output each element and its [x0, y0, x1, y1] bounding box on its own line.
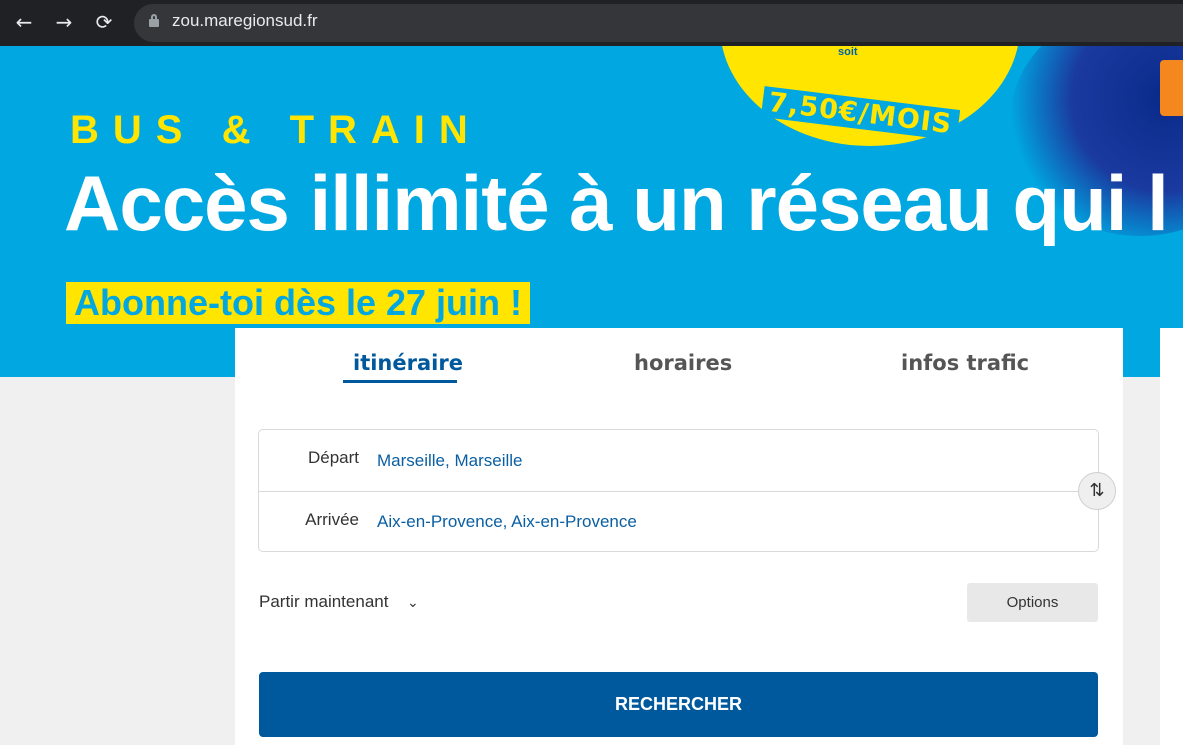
- orange-tab-button[interactable]: [1160, 60, 1183, 116]
- journey-planner-card: itinéraire horaires infos trafic Départ …: [235, 328, 1123, 745]
- tab-itineraire[interactable]: itinéraire: [353, 351, 463, 375]
- departure-time-select[interactable]: Partir maintenant: [259, 592, 388, 612]
- options-button[interactable]: Options: [967, 583, 1098, 622]
- reload-icon[interactable]: ⟳: [93, 11, 115, 33]
- chevron-down-icon[interactable]: ⌄: [407, 595, 419, 611]
- promo-soit-text: soit: [838, 46, 858, 58]
- search-button[interactable]: RECHERCHER: [259, 672, 1098, 737]
- hero-kicker: BUS & TRAIN: [70, 108, 482, 152]
- route-form: Départ Marseille, Marseille Arrivée Aix-…: [258, 429, 1099, 552]
- lock-icon[interactable]: [149, 14, 159, 27]
- side-panel-edge: [1160, 328, 1183, 745]
- hero-headline: Accès illimité à un réseau qui l: [64, 159, 1169, 247]
- arrival-field[interactable]: Aix-en-Provence, Aix-en-Provence: [377, 512, 637, 532]
- tab-horaires[interactable]: horaires: [634, 351, 732, 375]
- swap-vertical-icon[interactable]: ⇅: [1078, 472, 1116, 510]
- browser-toolbar: ← → ⟳ zou.maregionsud.fr: [0, 0, 1183, 46]
- forward-arrow-icon[interactable]: →: [53, 11, 75, 33]
- departure-label: Départ: [307, 448, 359, 467]
- back-arrow-icon[interactable]: ←: [13, 11, 35, 33]
- departure-field[interactable]: Marseille, Marseille: [377, 451, 522, 471]
- active-tab-indicator: [343, 380, 457, 383]
- hero-subline: Abonne-toi dès le 27 juin !: [66, 282, 531, 324]
- tab-infos-trafic[interactable]: infos trafic: [901, 351, 1029, 375]
- url-text[interactable]: zou.maregionsud.fr: [172, 11, 318, 31]
- route-divider: [259, 491, 1098, 492]
- arrival-label: Arrivée: [305, 510, 359, 529]
